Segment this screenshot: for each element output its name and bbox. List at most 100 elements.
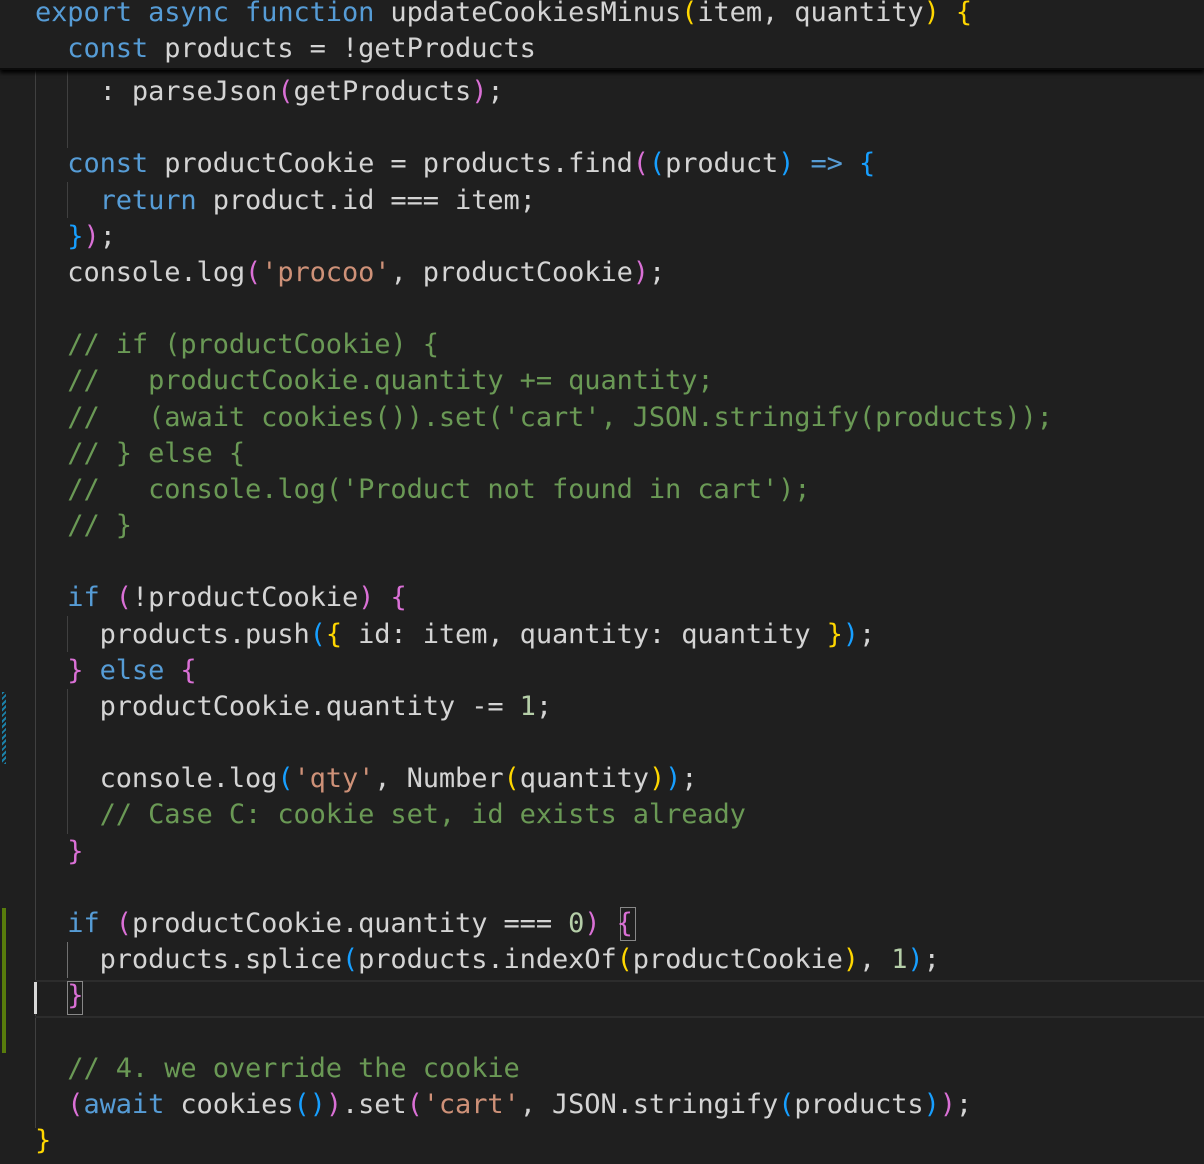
code-line[interactable]: // Case C: cookie set, id exists already xyxy=(35,797,746,833)
code-token: ( xyxy=(648,148,666,180)
code-line[interactable]: } else { xyxy=(35,653,197,689)
code-token: => xyxy=(794,148,843,180)
code-token: 'cart' xyxy=(422,1088,520,1120)
code-token: ) xyxy=(648,763,666,795)
code-token: // if (productCookie) { xyxy=(35,329,439,361)
code-token: productCookie xyxy=(632,944,843,976)
code-token: id: item, quantity: quantity xyxy=(341,618,827,650)
code-line[interactable]: productCookie.quantity -= 1; xyxy=(35,689,552,725)
code-token: } xyxy=(35,654,84,686)
code-line[interactable]: // console.log('Product not found in car… xyxy=(35,472,810,508)
code-token: ) xyxy=(923,0,940,28)
code-line[interactable]: // (await cookies()).set('cart', JSON.st… xyxy=(35,400,1053,436)
code-line[interactable]: (await cookies()).set('cart', JSON.strin… xyxy=(35,1087,972,1123)
code-line[interactable]: // } xyxy=(35,508,132,544)
sticky-scroll-header[interactable]: export async function updateCookiesMinus… xyxy=(0,0,1204,70)
code-token: getProducts xyxy=(293,76,472,107)
code-token: productCookie = products.find xyxy=(148,148,633,180)
code-token: ) xyxy=(939,1088,956,1120)
code-token: // Case C: cookie set, id exists already xyxy=(35,799,746,831)
code-token: ( xyxy=(115,582,132,614)
code-line[interactable]: return product.id === item; xyxy=(35,183,536,219)
code-editor[interactable]: : parseJson(getProducts); const productC… xyxy=(0,0,1204,1164)
code-token: ; xyxy=(99,220,116,252)
code-line[interactable]: } xyxy=(35,1123,51,1159)
code-line[interactable]: }); xyxy=(35,219,116,255)
code-token: ) xyxy=(778,148,795,180)
code-token: 'qty' xyxy=(293,763,375,795)
code-line[interactable]: const products = !getProducts xyxy=(35,31,536,67)
code-token: ) xyxy=(309,1088,326,1120)
code-line[interactable]: // if (productCookie) { xyxy=(35,327,439,363)
code-token: { xyxy=(390,582,407,614)
code-token: ; xyxy=(535,690,552,722)
code-line[interactable]: products.push({ id: item, quantity: quan… xyxy=(35,617,876,653)
code-token: ) xyxy=(923,1088,940,1120)
code-line[interactable]: : parseJson(getProducts); xyxy=(35,74,504,110)
code-line[interactable]: // 4. we override the cookie xyxy=(35,1051,520,1087)
code-token: , JSON.stringify xyxy=(519,1088,779,1120)
code-token: } xyxy=(35,980,84,1012)
code-line[interactable]: console.log('procoo', productCookie); xyxy=(35,255,665,291)
code-token: ( xyxy=(309,618,326,650)
code-token: ( xyxy=(616,944,633,976)
code-token: if xyxy=(35,582,100,614)
code-token: ( xyxy=(406,1088,423,1120)
code-token: { xyxy=(616,907,633,939)
code-token: const xyxy=(35,148,149,180)
code-token: products = !getProducts xyxy=(148,33,536,64)
code-line[interactable]: } xyxy=(35,834,83,870)
code-token: } xyxy=(35,1124,52,1156)
code-token: ) xyxy=(584,907,601,939)
code-line[interactable]: } xyxy=(35,978,83,1014)
code-token: 1 xyxy=(891,944,908,976)
code-token: // 4. we override the cookie xyxy=(35,1052,520,1084)
code-token: productCookie.quantity -= xyxy=(35,690,520,722)
code-token: ) xyxy=(358,582,375,614)
code-token: ) xyxy=(471,76,488,107)
code-token: ( xyxy=(35,1088,84,1120)
code-token: { xyxy=(180,654,197,686)
git-added-gutter-marker[interactable] xyxy=(2,908,6,1053)
code-token: ( xyxy=(503,763,520,795)
code-token: ) xyxy=(665,763,682,795)
code-line[interactable]: console.log('qty', Number(quantity)); xyxy=(35,761,698,797)
code-token: , xyxy=(858,944,892,976)
code-token: 0 xyxy=(568,907,585,939)
code-token: item, quantity xyxy=(697,0,924,28)
code-token: product xyxy=(665,148,779,180)
current-line-highlight xyxy=(35,980,1204,1018)
code-line[interactable]: // productCookie.quantity += quantity; xyxy=(35,363,713,399)
code-line[interactable]: if (productCookie.quantity === 0) { xyxy=(35,906,633,942)
code-token: 'procoo' xyxy=(261,256,391,288)
code-line[interactable]: // } else { xyxy=(35,436,245,472)
git-modified-gutter-marker[interactable] xyxy=(2,692,6,764)
code-token: products xyxy=(794,1088,924,1120)
code-token: // console.log('Product not found in car… xyxy=(35,473,811,505)
code-token: // } xyxy=(35,510,132,542)
code-line[interactable]: const productCookie = products.find((pro… xyxy=(35,146,875,182)
code-token: ; xyxy=(923,944,940,976)
code-token: products.push xyxy=(35,618,310,650)
code-token: { xyxy=(955,0,973,28)
code-token: ( xyxy=(115,907,132,939)
code-line[interactable]: products.splice(products.indexOf(product… xyxy=(35,942,940,978)
code-token: ( xyxy=(632,148,649,180)
code-token: } xyxy=(35,835,84,867)
code-token: ) xyxy=(842,944,859,976)
code-token: ) xyxy=(325,1088,342,1120)
code-token: 1 xyxy=(519,690,536,722)
code-token: ; xyxy=(858,618,876,650)
code-token: ( xyxy=(341,944,359,976)
code-token: } xyxy=(826,618,843,650)
code-line[interactable]: export async function updateCookiesMinus… xyxy=(35,0,972,31)
code-token: } xyxy=(35,220,84,252)
code-line[interactable]: if (!productCookie) { xyxy=(35,580,407,616)
code-token: return xyxy=(35,184,197,216)
code-token: ) xyxy=(83,220,100,252)
